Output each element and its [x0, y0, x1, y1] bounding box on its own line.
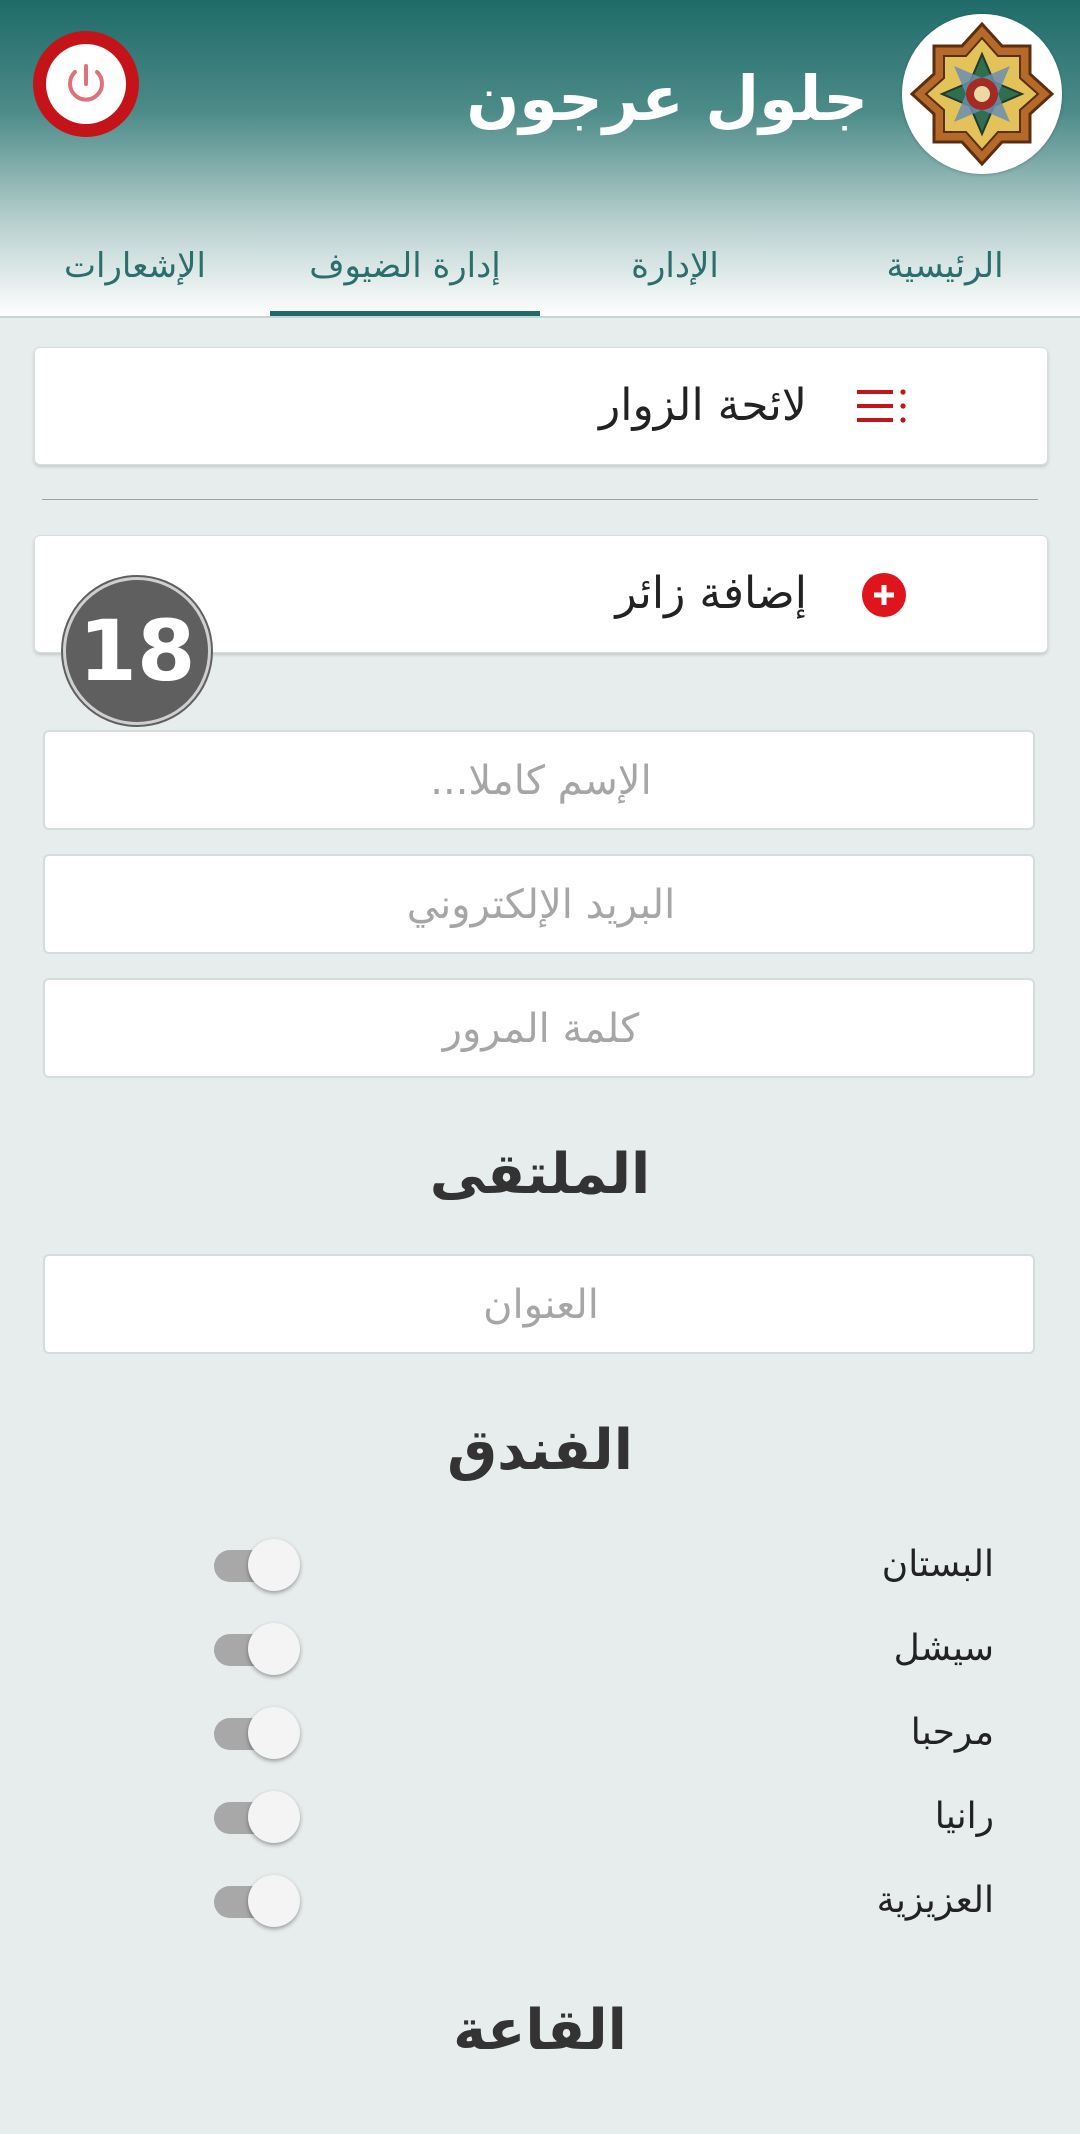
email-input[interactable]	[45, 856, 1037, 954]
hotel-option-label: البستان	[881, 1544, 994, 1585]
hotel-option-label: رانيا	[934, 1796, 994, 1837]
password-input[interactable]	[45, 980, 1037, 1078]
add-visitor-label: إضافة زائر	[615, 568, 807, 619]
hotel-option-toggle[interactable]	[214, 1791, 300, 1843]
tab-notifications[interactable]: الإشعارات	[0, 216, 270, 316]
full-name-input[interactable]	[45, 732, 1037, 830]
visitors-list-card[interactable]: لائحة الزوار	[34, 347, 1048, 465]
power-button[interactable]	[33, 31, 139, 137]
power-icon	[46, 44, 126, 124]
full-name-field[interactable]	[43, 730, 1037, 830]
visitors-list-label: لائحة الزوار	[599, 380, 807, 431]
hotel-option-label: سيشل	[893, 1628, 994, 1669]
count-badge: 18	[63, 577, 211, 725]
hall-section-title: القاعة	[453, 1998, 627, 2063]
email-field[interactable]	[43, 854, 1037, 954]
hotel-option-row: سيشل	[0, 1609, 1080, 1689]
address-input[interactable]	[45, 1256, 1037, 1354]
hotel-option-row: البستان	[0, 1525, 1080, 1605]
hotel-option-label: العزيزية	[876, 1880, 994, 1921]
address-field[interactable]	[43, 1254, 1037, 1354]
hotel-option-toggle[interactable]	[214, 1623, 300, 1675]
password-field[interactable]	[43, 978, 1037, 1078]
tab-bar: الرئيسية الإدارة إدارة الضيوف الإشعارات	[0, 216, 1080, 316]
section-divider	[42, 499, 1038, 500]
hotel-option-row: مرحبا	[0, 1693, 1080, 1773]
hotel-option-toggle[interactable]	[214, 1707, 300, 1759]
hotel-option-label: مرحبا	[910, 1712, 994, 1753]
hotel-option-toggle[interactable]	[214, 1539, 300, 1591]
add-icon	[861, 572, 907, 618]
hotel-option-toggle[interactable]	[214, 1875, 300, 1927]
app-logo	[902, 14, 1062, 174]
hotel-section-title: الفندق	[447, 1418, 633, 1483]
tab-guest-management[interactable]: إدارة الضيوف	[270, 216, 540, 316]
tab-home[interactable]: الرئيسية	[810, 216, 1080, 316]
hotel-option-row: العزيزية	[0, 1861, 1080, 1941]
page-title: جلول عرجون	[466, 62, 868, 135]
tab-bar-border	[0, 316, 1080, 318]
tab-management[interactable]: الإدارة	[540, 216, 810, 316]
list-icon	[857, 388, 909, 424]
hotel-option-row: رانيا	[0, 1777, 1080, 1857]
forum-section-title: الملتقى	[429, 1142, 651, 1207]
